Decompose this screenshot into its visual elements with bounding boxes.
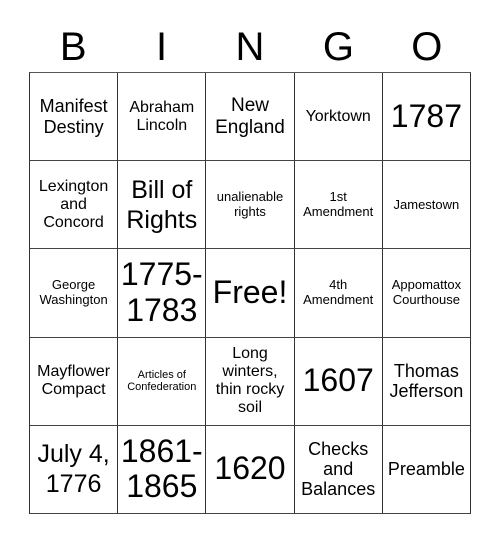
header-letter-b: B <box>59 25 87 69</box>
bingo-cell[interactable]: 1861-1865 <box>118 425 207 514</box>
bingo-cell[interactable]: 4th Amendment <box>294 249 383 338</box>
bingo-cell[interactable]: 1787 <box>382 73 471 162</box>
bingo-cell[interactable]: 1775-1783 <box>118 249 207 338</box>
bingo-grid: Manifest Destiny Abraham Lincoln New Eng… <box>29 72 471 514</box>
free-space-cell[interactable]: Free! <box>206 249 295 338</box>
bingo-cell[interactable]: Mayflower Compact <box>30 337 119 426</box>
bingo-cell[interactable]: Bill of Rights <box>118 161 207 250</box>
bingo-cell[interactable]: Articles of Confederation <box>118 337 207 426</box>
bingo-cell[interactable]: unalienable rights <box>206 161 295 250</box>
bingo-cell[interactable]: 1620 <box>206 425 295 514</box>
bingo-cell[interactable]: Thomas Jefferson <box>382 337 471 426</box>
header-letter-o: O <box>411 25 443 69</box>
bingo-cell[interactable]: July 4, 1776 <box>30 425 119 514</box>
bingo-cell[interactable]: Checks and Balances <box>294 425 383 514</box>
bingo-header: B I N G O <box>29 22 471 72</box>
bingo-cell[interactable]: Lexington and Concord <box>30 161 119 250</box>
bingo-cell[interactable]: 1st Amendment <box>294 161 383 250</box>
header-letter-n: N <box>235 25 265 69</box>
bingo-cell[interactable]: Abraham Lincoln <box>118 73 207 162</box>
bingo-cell[interactable]: Preamble <box>382 425 471 514</box>
bingo-cell[interactable]: Jamestown <box>382 161 471 250</box>
bingo-cell[interactable]: 1607 <box>294 337 383 426</box>
header-letter-i: I <box>156 25 168 69</box>
bingo-cell[interactable]: Yorktown <box>294 73 383 162</box>
bingo-cell[interactable]: Manifest Destiny <box>30 73 119 162</box>
bingo-cell[interactable]: George Washington <box>30 249 119 338</box>
bingo-cell[interactable]: Long winters, thin rocky soil <box>206 337 295 426</box>
bingo-cell[interactable]: Appomattox Courthouse <box>382 249 471 338</box>
bingo-cell[interactable]: New England <box>206 73 295 162</box>
header-letter-g: G <box>322 25 354 69</box>
